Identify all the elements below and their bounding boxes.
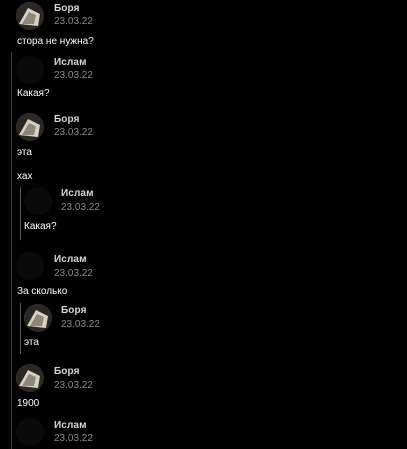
quoted-message-date: 23.03.22 — [61, 202, 100, 213]
author-name[interactable]: Ислам — [54, 57, 87, 68]
message-text: Какая? — [17, 88, 50, 99]
author-name[interactable]: Боря — [54, 366, 80, 377]
avatar-borya[interactable] — [16, 113, 44, 141]
avatar-image — [16, 2, 44, 30]
avatar-image — [16, 113, 44, 141]
author-name[interactable]: Ислам — [54, 254, 87, 265]
quote-bar — [20, 187, 21, 240]
message-date: 23.03.22 — [54, 433, 93, 444]
avatar-islam[interactable] — [16, 252, 44, 280]
avatar-islam[interactable] — [24, 187, 52, 215]
message-date: 23.03.22 — [54, 127, 93, 138]
thread-line — [11, 52, 12, 449]
quoted-author-name[interactable]: Ислам — [61, 188, 94, 199]
chat-thread: Боря 23.03.22 стора не нужна? Ислам 23.0… — [0, 0, 407, 449]
quoted-message-text: Какая? — [24, 221, 57, 232]
message-text: За сколько — [17, 286, 68, 297]
message-date: 23.03.22 — [54, 380, 93, 391]
quoted-message-date: 23.03.22 — [61, 319, 100, 330]
quote-bar — [20, 303, 21, 354]
quoted-author-name[interactable]: Боря — [61, 305, 87, 316]
avatar-islam[interactable] — [16, 56, 44, 84]
quoted-message-text: эта — [24, 337, 39, 348]
avatar-borya[interactable] — [16, 364, 44, 392]
message-text: стора не нужна? — [17, 36, 94, 47]
message-date: 23.03.22 — [54, 268, 93, 279]
author-name[interactable]: Боря — [54, 3, 80, 14]
message-text: эта — [17, 147, 32, 158]
message-text: хах — [17, 171, 33, 182]
avatar-borya[interactable] — [24, 304, 52, 332]
message-date: 23.03.22 — [54, 70, 93, 81]
message-text: 1900 — [17, 398, 40, 409]
message-date: 23.03.22 — [54, 16, 93, 27]
avatar-image — [16, 364, 44, 392]
avatar-image — [24, 304, 52, 332]
avatar-borya[interactable] — [16, 2, 44, 30]
avatar-islam[interactable] — [16, 418, 44, 446]
author-name[interactable]: Боря — [54, 114, 80, 125]
author-name[interactable]: Ислам — [54, 420, 87, 431]
